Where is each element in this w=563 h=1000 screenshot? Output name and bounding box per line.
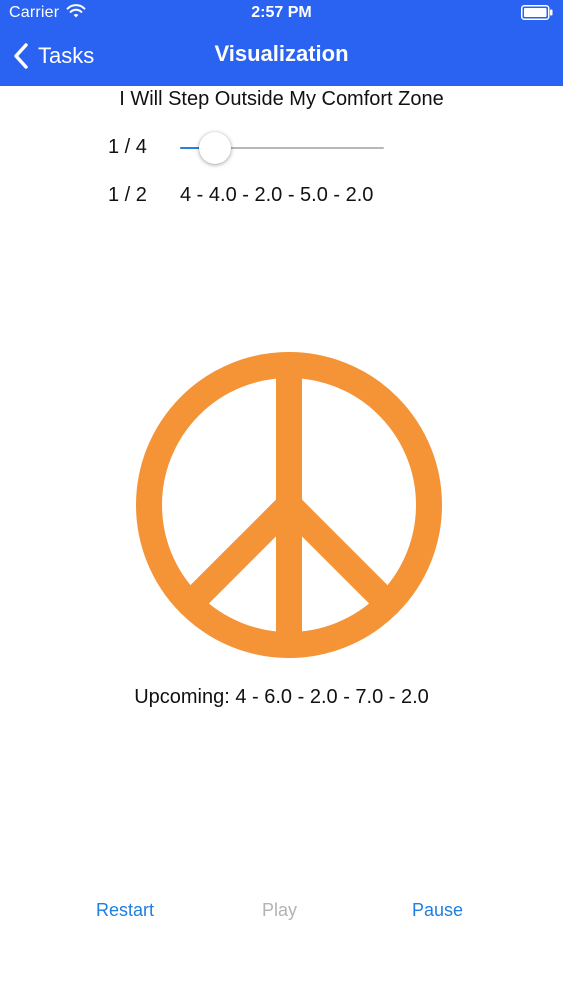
pause-button[interactable]: Pause [412,900,463,921]
step-counter: 1 / 4 [108,136,147,158]
slider-thumb[interactable] [199,132,231,164]
upcoming-sequence: Upcoming: 4 - 6.0 - 2.0 - 7.0 - 2.0 [134,686,429,708]
page-title: Visualization [214,41,349,66]
status-time: 2:57 PM [251,4,312,21]
play-button[interactable]: Play [262,900,297,921]
sub-step-counter: 1 / 2 [108,184,147,206]
step-slider[interactable] [180,132,384,164]
battery-icon [521,5,553,20]
current-sequence: 4 - 4.0 - 2.0 - 5.0 - 2.0 [180,184,374,206]
visualization-screen: Carrier 2:57 PM Tasks Visualization I Wi… [0,0,563,1000]
task-title: I Will Step Outside My Comfort Zone [119,88,444,110]
navigation-bar: Carrier 2:57 PM Tasks Visualization [0,0,563,86]
restart-button[interactable]: Restart [96,900,154,921]
peace-symbol-icon [136,352,442,658]
